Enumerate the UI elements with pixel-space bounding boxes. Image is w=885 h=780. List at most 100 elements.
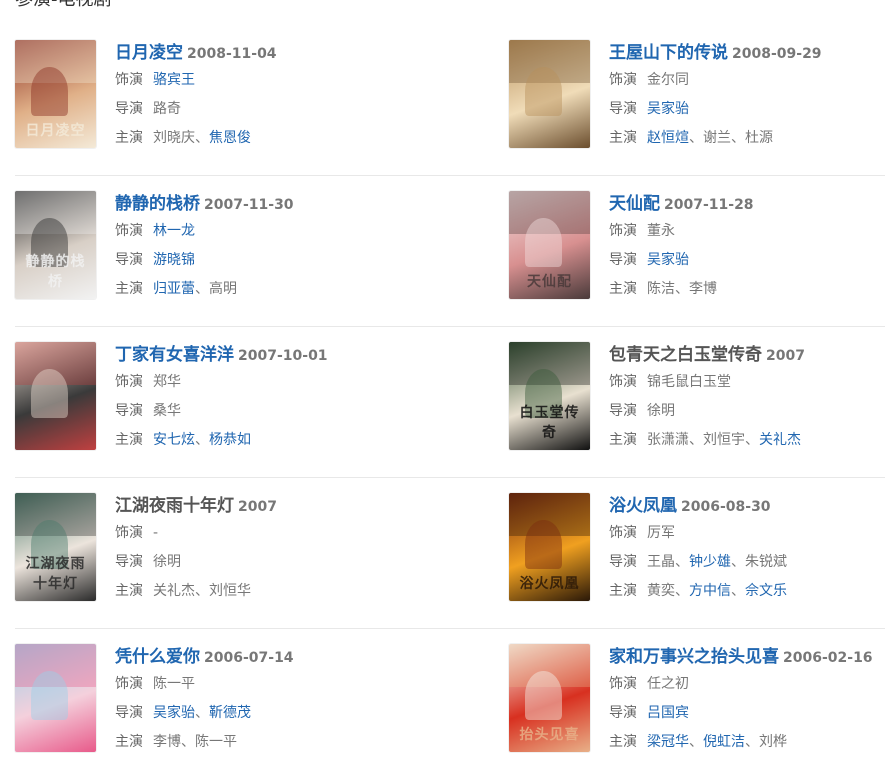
director-field: 导演 徐明 xyxy=(609,397,805,426)
person-name: 徐明 xyxy=(153,554,181,570)
person-name[interactable]: 倪虹洁 xyxy=(703,734,745,750)
director-label: 导演 xyxy=(609,101,637,117)
director-field: 导演 路奇 xyxy=(115,95,277,124)
role-label: 饰演 xyxy=(115,374,143,390)
drama-title[interactable]: 静静的栈桥 xyxy=(115,194,200,214)
person-name[interactable]: 归亚蕾 xyxy=(153,281,195,297)
drama-title[interactable]: 家和万事兴之抬头见喜 xyxy=(609,647,779,667)
drama-poster[interactable] xyxy=(15,644,96,752)
drama-item: 日月凌空 日月凌空 2008-11-04 饰演 骆宾王 导演 路奇 主演 刘晓庆、焦恩俊 xyxy=(15,25,509,175)
drama-poster[interactable]: 静静的栈桥 xyxy=(15,191,96,299)
person-name: 刘恒华 xyxy=(209,583,251,599)
drama-item: 江湖夜雨十年灯 江湖夜雨十年灯 2007 饰演 - 导演 徐明 主演 关礼杰、刘恒华 xyxy=(15,478,509,628)
person-name: 锦毛鼠白玉堂 xyxy=(647,374,731,390)
person-name: 刘桦 xyxy=(759,734,787,750)
person-name[interactable]: 吕国宾 xyxy=(647,705,689,721)
drama-title[interactable]: 天仙配 xyxy=(609,194,660,214)
drama-info: 静静的栈桥 2007-11-30 饰演 林一龙 导演 游晓锦 主演 归亚蕾、高明 xyxy=(115,191,294,326)
drama-poster[interactable]: 白玉堂传奇 xyxy=(509,342,590,450)
person-name[interactable]: 赵恒煊 xyxy=(647,130,689,146)
cast-field: 主演 安七炫、杨恭如 xyxy=(115,426,328,455)
person-name[interactable]: 方中信 xyxy=(689,583,731,599)
title-line: 天仙配 2007-11-28 xyxy=(609,191,754,217)
drama-item: 静静的栈桥 静静的栈桥 2007-11-30 饰演 林一龙 导演 游晓锦 主演 归亚蕾、高明 xyxy=(15,176,509,326)
cast-label: 主演 xyxy=(609,734,637,750)
person-name: 董永 xyxy=(647,223,675,239)
director-field: 导演 桑华 xyxy=(115,397,328,426)
poster-caption: 江湖夜雨十年灯 xyxy=(25,556,86,592)
title-line: 静静的栈桥 2007-11-30 xyxy=(115,191,294,217)
poster-figure xyxy=(525,671,562,720)
director-field: 导演 游晓锦 xyxy=(115,246,294,275)
director-label: 导演 xyxy=(115,252,143,268)
poster-caption: 天仙配 xyxy=(527,274,572,290)
drama-poster[interactable]: 抬头见喜 xyxy=(509,644,590,752)
drama-title[interactable]: 浴火凤凰 xyxy=(609,496,677,516)
drama-poster[interactable]: 浴火凤凰 xyxy=(509,493,590,601)
director-label: 导演 xyxy=(115,705,143,721)
person-name[interactable]: 游晓锦 xyxy=(153,252,195,268)
drama-info: 凭什么爱你 2006-07-14 饰演 陈一平 导演 吴家骀、靳德茂 主演 李博、陈一平 xyxy=(115,644,294,780)
person-name: 郑华 xyxy=(153,374,181,390)
poster-figure xyxy=(31,671,68,720)
drama-item: 浴火凤凰 浴火凤凰 2006-08-30 饰演 厉军 导演 王晶、钟少雄、朱锐斌 主演 黄奕、方… xyxy=(509,478,885,628)
drama-title: 包青天之白玉堂传奇 xyxy=(609,345,762,365)
name-separator: 、 xyxy=(689,734,703,750)
drama-date: 2007 xyxy=(766,348,805,364)
drama-poster[interactable] xyxy=(509,40,590,148)
drama-row: 凭什么爱你 2006-07-14 饰演 陈一平 导演 吴家骀、靳德茂 主演 李博、陈一平 抬头见… xyxy=(15,629,885,780)
name-separator: 、 xyxy=(689,130,703,146)
person-name: 金尔同 xyxy=(647,72,689,88)
drama-info: 王屋山下的传说 2008-09-29 饰演 金尔同 导演 吴家骀 主演 赵恒煊、谢兰、杜源 xyxy=(609,40,822,175)
person-name[interactable]: 焦恩俊 xyxy=(209,130,251,146)
name-separator: 、 xyxy=(675,281,689,297)
drama-title[interactable]: 王屋山下的传说 xyxy=(609,43,728,63)
person-name: 朱锐斌 xyxy=(745,554,787,570)
drama-title[interactable]: 凭什么爱你 xyxy=(115,647,200,667)
person-name: 陈一平 xyxy=(195,734,237,750)
drama-title[interactable]: 丁家有女喜洋洋 xyxy=(115,345,234,365)
person-name[interactable]: 吴家骀 xyxy=(647,252,689,268)
person-name[interactable]: 骆宾王 xyxy=(153,72,195,88)
person-name: 陈一平 xyxy=(153,676,195,692)
director-field: 导演 徐明 xyxy=(115,548,277,577)
name-separator: 、 xyxy=(195,583,209,599)
person-name[interactable]: 安七炫 xyxy=(153,432,195,448)
name-separator: 、 xyxy=(195,281,209,297)
person-name[interactable]: 杨恭如 xyxy=(209,432,251,448)
drama-title: 江湖夜雨十年灯 xyxy=(115,496,234,516)
person-name: 刘晓庆 xyxy=(153,130,195,146)
drama-poster[interactable]: 天仙配 xyxy=(509,191,590,299)
drama-date: 2006-02-16 xyxy=(783,650,873,666)
drama-row: 日月凌空 日月凌空 2008-11-04 饰演 骆宾王 导演 路奇 主演 刘晓庆、焦恩俊 王屋山下… xyxy=(15,25,885,176)
drama-poster[interactable] xyxy=(15,342,96,450)
cast-field: 主演 陈洁、李博 xyxy=(609,275,754,304)
name-separator: 、 xyxy=(745,734,759,750)
title-line: 凭什么爱你 2006-07-14 xyxy=(115,644,294,670)
director-field: 导演 吴家骀、靳德茂 xyxy=(115,699,294,728)
name-separator: 、 xyxy=(195,705,209,721)
drama-grid: 日月凌空 日月凌空 2008-11-04 饰演 骆宾王 导演 路奇 主演 刘晓庆、焦恩俊 王屋山下… xyxy=(15,25,885,780)
person-name[interactable]: 梁冠华 xyxy=(647,734,689,750)
person-name[interactable]: 关礼杰 xyxy=(759,432,801,448)
drama-title[interactable]: 日月凌空 xyxy=(115,43,183,63)
cast-field: 主演 刘晓庆、焦恩俊 xyxy=(115,124,277,153)
drama-poster[interactable]: 日月凌空 xyxy=(15,40,96,148)
person-name[interactable]: 吴家骀 xyxy=(647,101,689,117)
person-name[interactable]: 佘文乐 xyxy=(745,583,787,599)
cast-label: 主演 xyxy=(115,130,143,146)
person-name[interactable]: 吴家骀 xyxy=(153,705,195,721)
person-name[interactable]: 钟少雄 xyxy=(689,554,731,570)
role-label: 饰演 xyxy=(609,72,637,88)
director-field: 导演 吕国宾 xyxy=(609,699,873,728)
person-name[interactable]: 靳德茂 xyxy=(209,705,251,721)
name-separator: 、 xyxy=(675,554,689,570)
person-name: 黄奕 xyxy=(647,583,675,599)
director-field: 导演 吴家骀 xyxy=(609,95,822,124)
drama-info: 丁家有女喜洋洋 2007-10-01 饰演 郑华 导演 桑华 主演 安七炫、杨恭如 xyxy=(115,342,328,477)
drama-date: 2006-07-14 xyxy=(204,650,294,666)
drama-poster[interactable]: 江湖夜雨十年灯 xyxy=(15,493,96,601)
poster-figure xyxy=(525,520,562,569)
person-name[interactable]: 林一龙 xyxy=(153,223,195,239)
drama-date: 2008-11-04 xyxy=(187,46,277,62)
